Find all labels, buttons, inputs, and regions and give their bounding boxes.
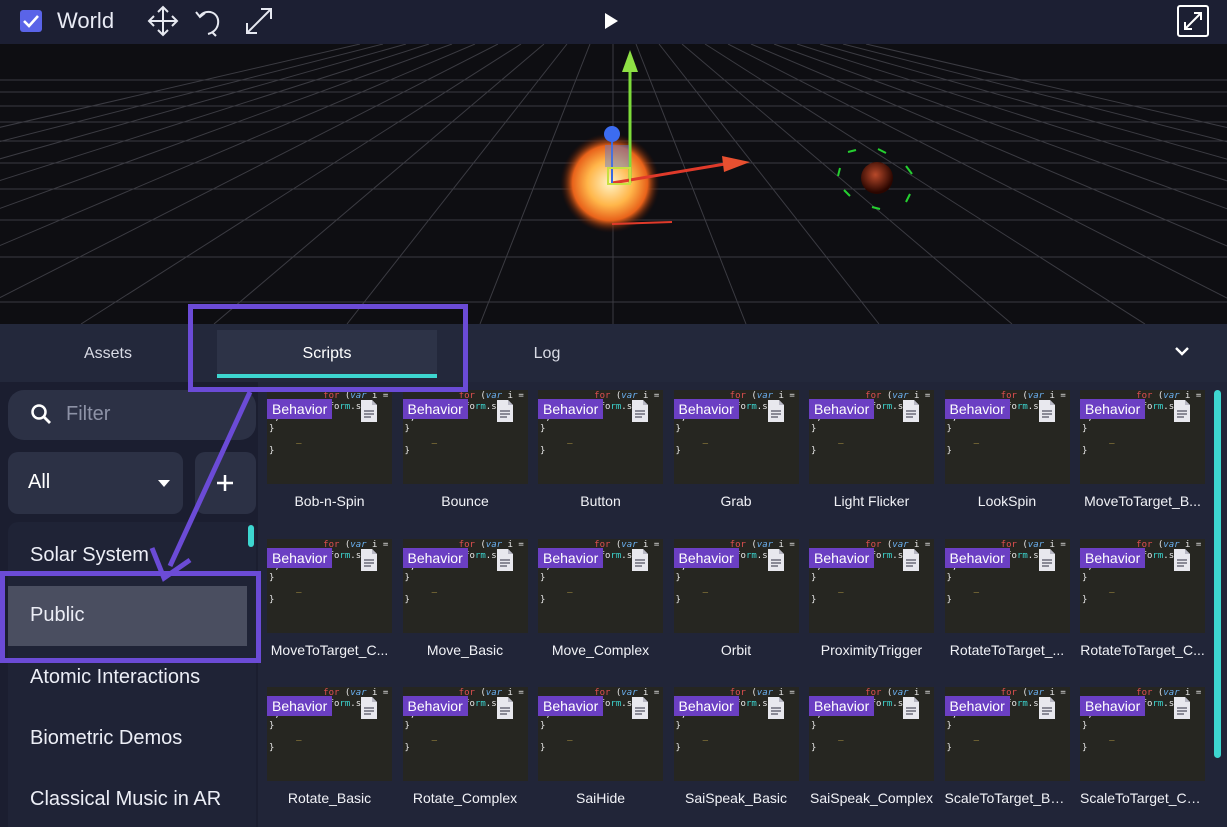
annotation-arrow — [149, 390, 253, 582]
